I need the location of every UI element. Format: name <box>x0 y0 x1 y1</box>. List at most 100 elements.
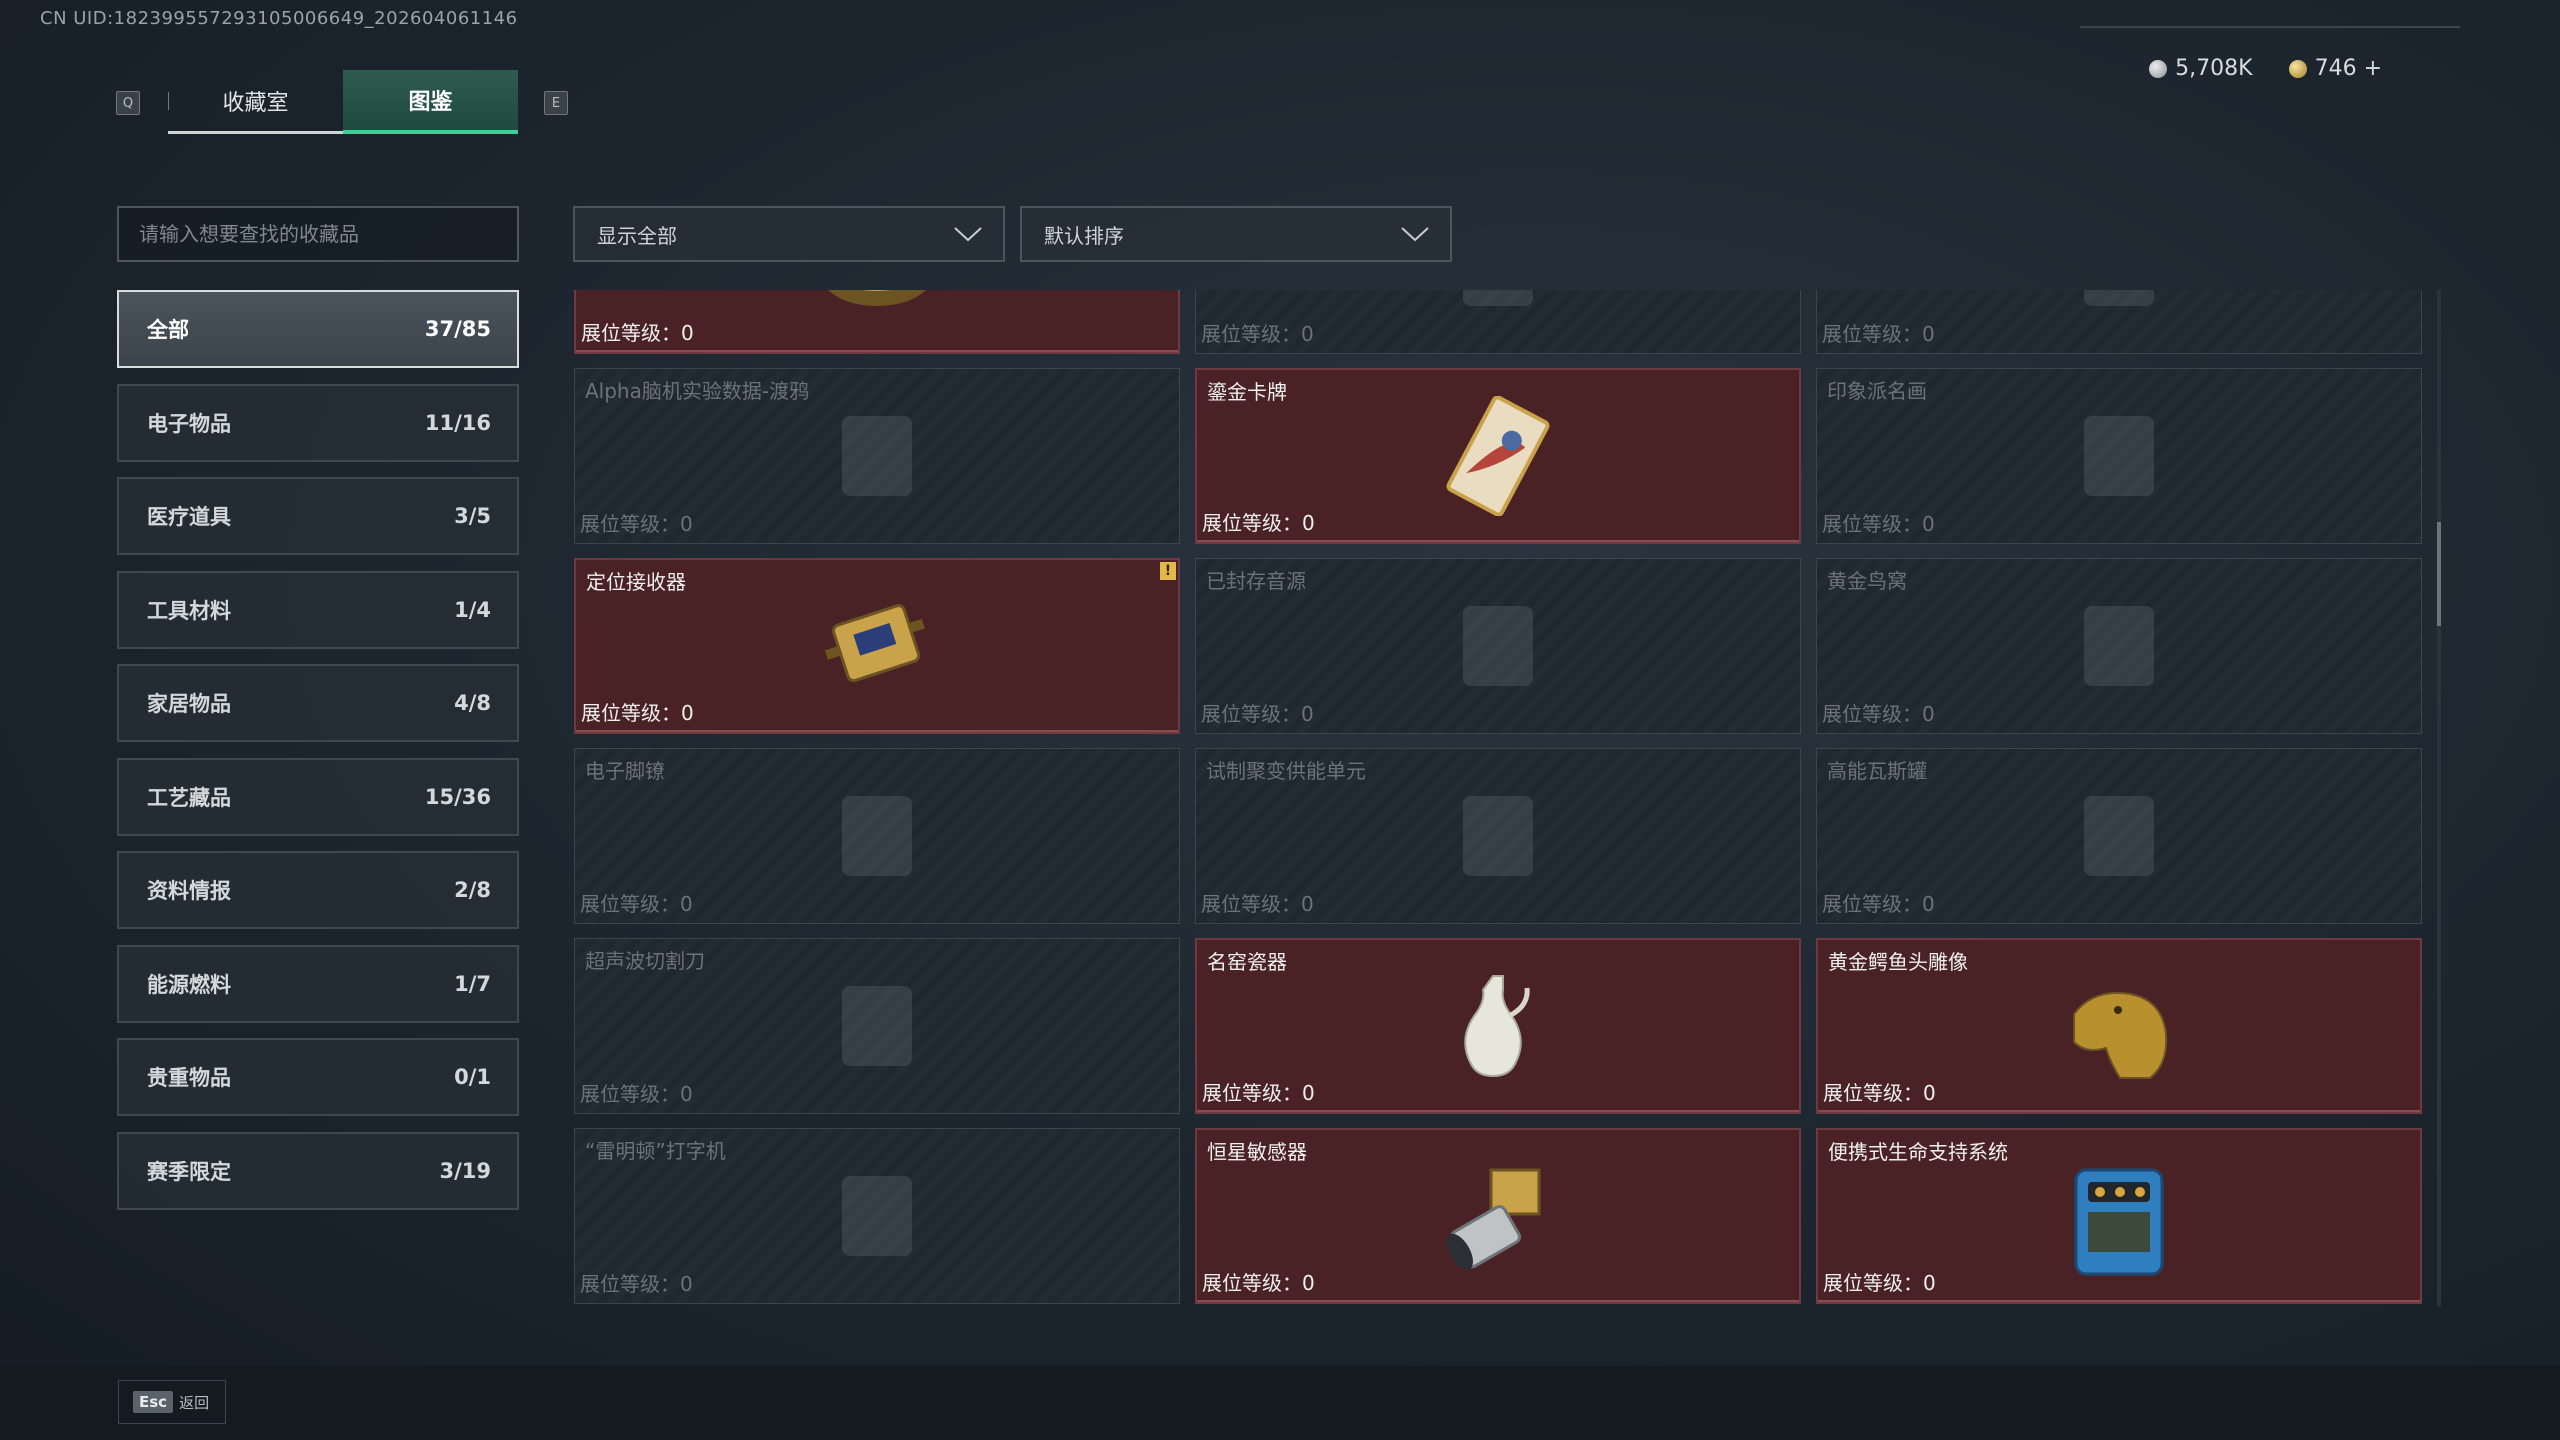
collection-item-card[interactable]: 便携式生命支持系统展位等级：0 <box>1816 1128 2422 1304</box>
item-name: 高能瓦斯罐 <box>1827 759 1927 783</box>
collection-item-card[interactable]: 已封存音源展位等级：0 <box>1195 558 1801 734</box>
display-level: 展位等级：0 <box>580 892 693 916</box>
item-silhouette-icon <box>2084 290 2154 306</box>
display-level: 展位等级：0 <box>581 701 694 725</box>
category-item[interactable]: 工艺藏品 15/36 <box>117 757 519 836</box>
collection-item-card[interactable]: 黄金鳄鱼头雕像 展位等级：0 <box>1816 938 2422 1114</box>
display-level: 展位等级：0 <box>1201 892 1314 916</box>
collection-item-card[interactable]: Alpha脑机实验数据-渡鸦展位等级：0 <box>574 368 1180 544</box>
search-input[interactable] <box>117 206 519 262</box>
category-label: 赛季限定 <box>147 1159 231 1184</box>
category-label: 医疗道具 <box>147 505 231 529</box>
category-count: 3/19 <box>439 1158 491 1183</box>
tab-collection-room[interactable]: 收藏室 <box>168 70 343 134</box>
category-item[interactable]: 工具材料 1/4 <box>117 570 519 649</box>
collection-item-card[interactable]: “雷明顿”打字机 展位等级：0 <box>574 1128 1180 1304</box>
tab-catalog[interactable]: 图鉴 <box>343 70 518 134</box>
collection-item-card[interactable]: 黄金鸟窝 展位等级：0 <box>1816 558 2422 734</box>
tab-bar: 收藏室 图鉴 <box>168 70 518 134</box>
display-level: 展位等级：0 <box>1822 892 1935 916</box>
category-item[interactable]: 贵重物品 0/1 <box>117 1038 519 1116</box>
gold-currency[interactable]: 746 + <box>2288 56 2382 81</box>
category-label: 电子物品 <box>147 411 231 436</box>
collection-item-card[interactable]: 定位接收器展位等级：0! <box>574 558 1180 734</box>
collection-item-card[interactable]: 名窑瓷器 展位等级：0 <box>1195 938 1801 1114</box>
category-count: 3/5 <box>454 504 491 528</box>
back-button[interactable]: Esc 返回 <box>118 1380 226 1424</box>
collection-item-card[interactable]: 电子脚镣展位等级：0 <box>574 748 1180 924</box>
collection-item-card[interactable]: 高能瓦斯罐展位等级：0 <box>1816 748 2422 924</box>
category-item[interactable]: 全部 37/85 <box>117 290 519 368</box>
category-count: 2/8 <box>454 878 491 902</box>
collection-item-card[interactable]: 印象派名画 展位等级：0 <box>1816 368 2422 544</box>
item-name: 已封存音源 <box>1206 569 1306 593</box>
category-label: 家居物品 <box>147 692 231 716</box>
currency-bar: 5,708K 746 + <box>2149 56 2382 81</box>
category-count: 15/36 <box>424 784 491 809</box>
crocodile-statue-icon <box>2073 991 2168 1079</box>
category-item[interactable]: 医疗道具 3/5 <box>117 477 519 555</box>
category-count: 0/1 <box>454 1065 491 1089</box>
category-label: 全部 <box>147 318 189 342</box>
collection-item-card[interactable]: 超声波切割刀 展位等级：0 <box>574 938 1180 1114</box>
gas-tank-icon <box>2084 796 2154 876</box>
scrollbar-track[interactable] <box>2437 290 2441 1306</box>
item-name: 定位接收器 <box>586 570 686 594</box>
star-sensor-icon <box>1446 1168 1541 1270</box>
display-level: 展位等级：0 <box>1201 322 1314 346</box>
collection-item-card[interactable]: 恒星敏感器 展位等级：0 <box>1195 1128 1801 1304</box>
e-key-hint: E <box>544 91 568 115</box>
esc-key-hint: Esc <box>133 1391 174 1413</box>
item-name: 试制聚变供能单元 <box>1206 759 1366 783</box>
category-item[interactable]: 赛季限定 3/19 <box>117 1131 519 1210</box>
item-grid-viewport: 展位等级：0 展位等级：0 展位等级：0 Alpha脑机实验数据-渡鸦 展位等级：0 鎏金… <box>574 290 2424 1306</box>
item-name: 电子脚镣 <box>585 759 665 783</box>
display-level: 展位等级：0 <box>1823 1081 1936 1105</box>
filter-dropdown[interactable]: 显示全部 <box>573 206 1005 262</box>
collection-item-card[interactable]: 试制聚变供能单元展位等级：0 <box>1195 748 1801 924</box>
display-level: 展位等级：0 <box>1201 702 1314 726</box>
category-item[interactable]: 资料情报 2/8 <box>117 851 519 929</box>
display-level: 展位等级：0 <box>1822 322 1935 346</box>
display-level: 展位等级：0 <box>1822 512 1935 536</box>
gold-coin-icon <box>2288 59 2307 78</box>
scrollbar-thumb[interactable] <box>2437 522 2441 626</box>
filter-value: 显示全部 <box>597 223 677 248</box>
item-name: 便携式生命支持系统 <box>1828 1140 2008 1164</box>
typewriter-icon <box>842 1176 912 1256</box>
category-item[interactable]: 电子物品 11/16 <box>117 383 519 462</box>
sort-dropdown[interactable]: 默认排序 <box>1020 206 1452 262</box>
item-name: 黄金鸟窝 <box>1827 569 1907 593</box>
collection-item-card[interactable]: 鎏金卡牌 展位等级：0 <box>1195 368 1801 544</box>
category-item[interactable]: 能源燃料 1/7 <box>117 944 519 1023</box>
uid-text: CN UID:1823995572931050066​49_2026040611… <box>40 8 518 29</box>
display-level: 展位等级：0 <box>1823 1271 1936 1295</box>
warning-icon: ! <box>1160 562 1176 580</box>
collection-item-card[interactable]: 展位等级：0 <box>574 290 1180 354</box>
fusion-unit-icon <box>1463 796 1533 876</box>
category-label: 工艺藏品 <box>147 785 231 810</box>
receiver-icon <box>824 604 925 683</box>
category-list: 全部 37/85 电子物品 11/16 医疗道具 3/5 工具材料 1/4 家居物品 4/8 工艺藏… <box>117 290 519 1225</box>
caviar-tin-icon <box>828 290 926 306</box>
category-item[interactable]: 家居物品 4/8 <box>117 664 519 742</box>
display-level: 展位等级：0 <box>580 512 693 536</box>
collection-item-card[interactable]: 展位等级：0 <box>1195 290 1801 354</box>
top-divider <box>2080 26 2460 28</box>
cutter-icon <box>842 986 912 1066</box>
nest-icon <box>2084 606 2154 686</box>
display-level: 展位等级：0 <box>580 1082 693 1106</box>
category-label: 工具材料 <box>147 598 231 623</box>
display-level: 展位等级：0 <box>581 321 694 345</box>
collection-item-card[interactable]: 展位等级：0 <box>1816 290 2422 354</box>
drive-icon <box>842 416 912 496</box>
silver-currency: 5,708K <box>2149 56 2253 81</box>
painting-icon <box>2084 416 2154 496</box>
category-count: 37/85 <box>424 317 491 341</box>
item-name: 恒星敏感器 <box>1207 1140 1307 1164</box>
item-name: “雷明顿”打字机 <box>585 1139 726 1163</box>
item-name: Alpha脑机实验数据-渡鸦 <box>585 379 810 403</box>
chevron-down-icon <box>1401 227 1429 242</box>
category-count: 4/8 <box>454 691 491 715</box>
category-count: 11/16 <box>424 410 491 435</box>
